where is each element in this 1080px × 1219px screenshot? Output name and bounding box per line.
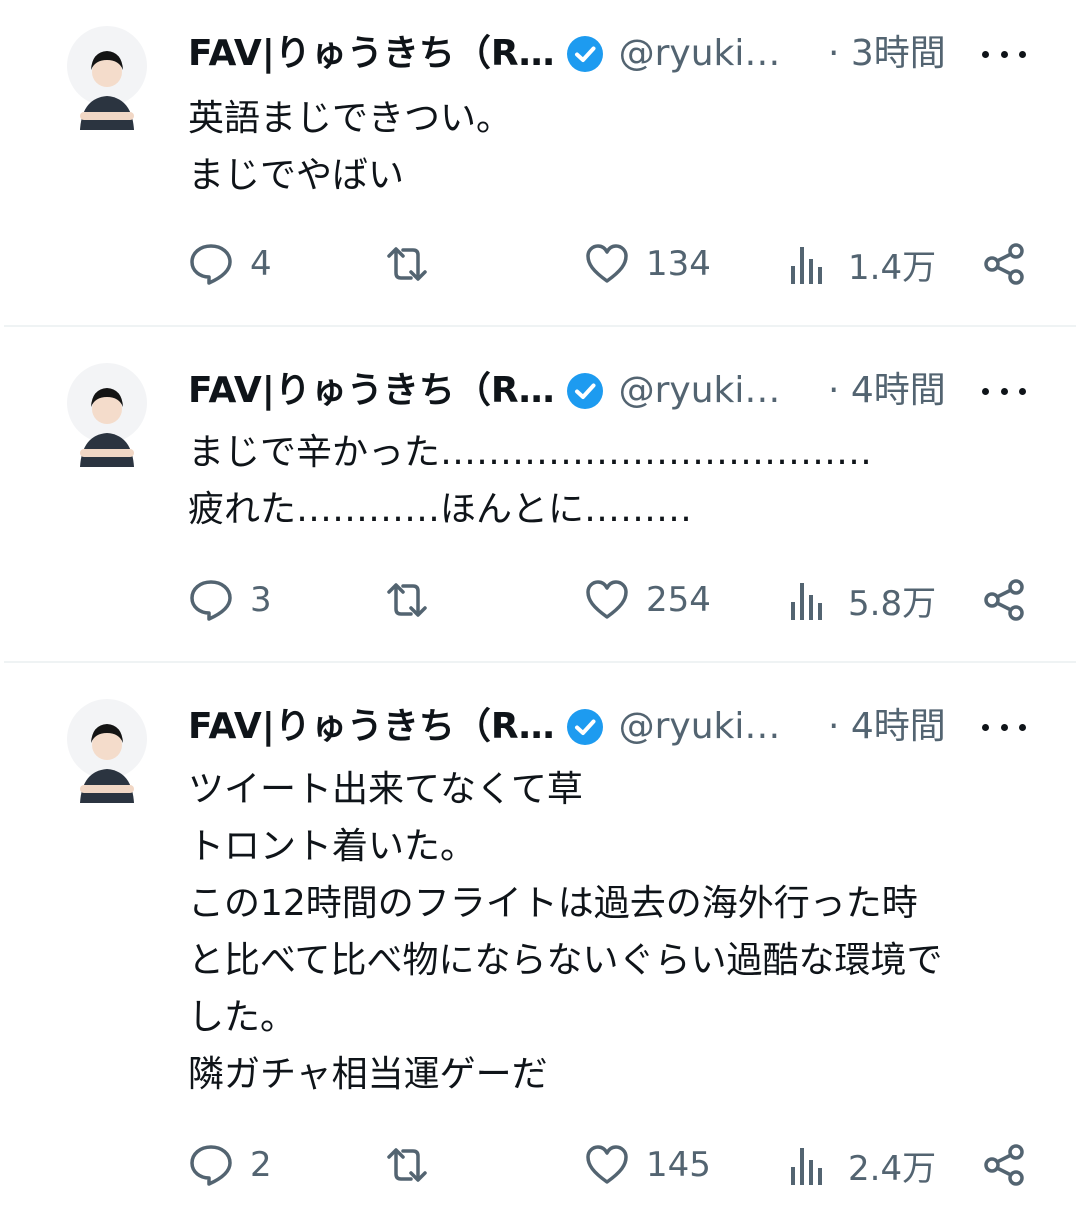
views-count: 1.4万	[848, 247, 937, 288]
views-button[interactable]: 2.4万	[786, 1140, 936, 1190]
action-bar: 4 134 1.4万	[188, 239, 1038, 289]
author-name[interactable]: FAV|りゅうきち（R…	[188, 701, 555, 753]
share-icon	[984, 243, 1024, 285]
verified-badge-icon	[566, 373, 603, 409]
reply-button[interactable]: 2	[188, 1140, 272, 1190]
avatar[interactable]	[62, 699, 152, 809]
tweet-line: と比べて比べ物にならないぐらい過酷な環境で	[188, 940, 943, 981]
views-button[interactable]: 1.4万	[786, 239, 936, 289]
divider	[4, 661, 1076, 663]
tweet-line: まじで辛かった………………………………	[188, 432, 873, 473]
action-bar: 3 254 5.8万	[188, 575, 1038, 625]
more-icon[interactable]	[982, 38, 1026, 70]
author-handle[interactable]: @ryuki…	[619, 365, 781, 417]
retweet-button[interactable]	[384, 1140, 430, 1190]
reply-button[interactable]: 3	[188, 575, 272, 625]
tweet-text: まじで辛かった……………………………… 疲れた…………ほんとに………	[188, 424, 1038, 538]
avatar[interactable]	[62, 26, 152, 136]
retweet-button[interactable]	[384, 239, 430, 289]
like-button[interactable]: 134	[584, 239, 711, 289]
verified-badge-icon	[566, 709, 603, 745]
author-name[interactable]: FAV|りゅうきち（R…	[188, 365, 555, 417]
share-icon	[984, 1144, 1024, 1186]
author-handle[interactable]: @ryuki…	[619, 28, 781, 80]
reply-icon	[190, 1145, 232, 1186]
tweet-line: 隣ガチャ相当運ゲーだ	[188, 1054, 548, 1095]
share-button[interactable]	[982, 1140, 1028, 1190]
tweet-header: FAV|りゅうきち（R… @ryuki… · 4時間	[188, 365, 1038, 417]
tweet-line: 英語まじできつい。	[188, 98, 513, 139]
tweet-line: トロント着いた。	[188, 826, 477, 867]
like-button[interactable]: 254	[584, 575, 711, 625]
retweet-icon	[387, 583, 427, 617]
tweet[interactable]: FAV|りゅうきち（R… @ryuki… · 4時間 まじで辛かった…………………	[0, 337, 1080, 663]
timestamp[interactable]: · 4時間	[828, 701, 946, 753]
tweet-line: まじでやばい	[188, 155, 405, 196]
like-icon	[586, 1145, 628, 1184]
tweet-header: FAV|りゅうきち（R… @ryuki… · 3時間	[188, 28, 1038, 80]
tweet-line: 疲れた…………ほんとに………	[188, 489, 693, 530]
tweet-header: FAV|りゅうきち（R… @ryuki… · 4時間	[188, 701, 1038, 753]
reply-count: 3	[250, 580, 272, 620]
tweet[interactable]: FAV|りゅうきち（R… @ryuki… · 3時間 英語まじできつい。 まじで…	[0, 0, 1080, 326]
tweet-line: した。	[188, 997, 297, 1038]
more-icon[interactable]	[982, 375, 1026, 407]
like-button[interactable]: 145	[584, 1140, 711, 1190]
reply-button[interactable]: 4	[188, 239, 272, 289]
views-count: 2.4万	[848, 1148, 937, 1189]
views-icon	[791, 1148, 822, 1185]
like-count: 145	[646, 1145, 711, 1185]
avatar[interactable]	[62, 363, 152, 473]
tweet[interactable]: FAV|りゅうきち（R… @ryuki… · 4時間 ツイート出来てなくて草 ト…	[0, 673, 1080, 1219]
reply-icon	[190, 580, 232, 621]
like-count: 254	[646, 580, 711, 620]
tweet-text: 英語まじできつい。 まじでやばい	[188, 90, 1038, 204]
views-button[interactable]: 5.8万	[786, 575, 936, 625]
timestamp[interactable]: · 4時間	[828, 365, 946, 417]
retweet-icon	[387, 247, 427, 281]
views-icon	[791, 247, 822, 284]
author-handle[interactable]: @ryuki…	[619, 701, 781, 753]
views-count: 5.8万	[848, 583, 937, 624]
like-icon	[586, 580, 628, 619]
share-button[interactable]	[982, 575, 1028, 625]
author-name[interactable]: FAV|りゅうきち（R…	[188, 28, 555, 80]
tweet-line: この12時間のフライトは過去の海外行った時	[188, 883, 918, 924]
reply-count: 2	[250, 1145, 272, 1185]
tweet-text: ツイート出来てなくて草 トロント着いた。 この12時間のフライトは過去の海外行っ…	[188, 761, 1038, 1103]
divider	[4, 325, 1076, 327]
retweet-button[interactable]	[384, 575, 430, 625]
share-button[interactable]	[982, 239, 1028, 289]
tweet-line: ツイート出来てなくて草	[188, 769, 583, 810]
more-icon[interactable]	[982, 711, 1026, 743]
action-bar: 2 145 2.4万	[188, 1140, 1038, 1190]
timeline: FAV|りゅうきち（R… @ryuki… · 3時間 英語まじできつい。 まじで…	[0, 0, 1080, 1219]
views-icon	[791, 583, 822, 620]
timestamp[interactable]: · 3時間	[828, 28, 946, 80]
reply-icon	[190, 244, 232, 285]
share-icon	[984, 579, 1024, 621]
reply-count: 4	[250, 244, 272, 284]
verified-badge-icon	[566, 36, 603, 72]
like-icon	[586, 244, 628, 283]
like-count: 134	[646, 244, 711, 284]
retweet-icon	[387, 1148, 427, 1182]
